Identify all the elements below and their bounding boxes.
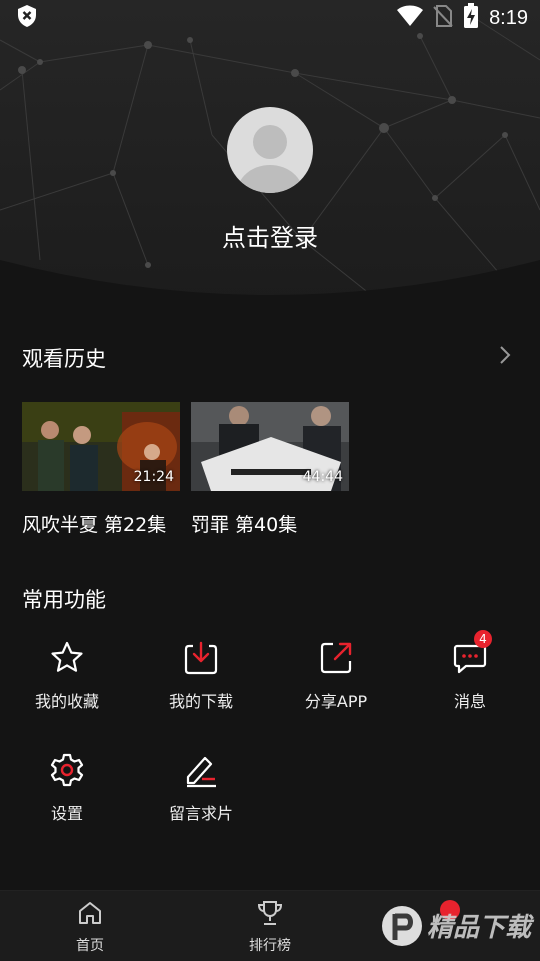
tab-ranking-label: 排行榜 xyxy=(249,938,291,954)
share-app-button[interactable]: 分享APP xyxy=(276,640,396,712)
watermark-logo: 精品下载 xyxy=(380,892,540,956)
login-prompt[interactable]: 点击登录 xyxy=(0,218,540,253)
no-sim-icon xyxy=(433,4,453,32)
tab-ranking[interactable]: 排行榜 xyxy=(210,899,330,955)
message-count-badge: 4 xyxy=(474,630,492,648)
request-movie-button[interactable]: 留言求片 xyxy=(141,752,261,824)
history-title: 观看历史 xyxy=(22,347,106,371)
favorites-label: 我的收藏 xyxy=(34,692,99,711)
history-thumbnail[interactable]: 44:44 xyxy=(191,402,349,491)
edit-icon xyxy=(183,752,219,788)
trophy-icon xyxy=(210,899,330,931)
home-icon xyxy=(30,899,150,931)
status-bar: 8:19 xyxy=(0,0,540,36)
downloads-label: 我的下载 xyxy=(168,692,233,711)
download-icon xyxy=(183,640,219,676)
status-time: 8:19 xyxy=(489,6,528,29)
share-app-label: 分享APP xyxy=(304,692,368,711)
messages-button[interactable]: 4 消息 xyxy=(410,630,530,712)
duration-label: 21:24 xyxy=(133,469,174,485)
history-item-title[interactable]: 罚罪 第40集 xyxy=(191,510,297,537)
star-icon xyxy=(49,640,85,676)
chevron-right-icon[interactable] xyxy=(498,344,512,370)
gear-icon xyxy=(49,752,85,788)
battery-charging-icon xyxy=(463,3,479,33)
share-icon xyxy=(318,640,354,676)
duration-label: 44:44 xyxy=(302,469,343,485)
tab-home[interactable]: 首页 xyxy=(30,899,150,955)
favorites-button[interactable]: 我的收藏 xyxy=(7,640,127,712)
features-title: 常用功能 xyxy=(22,588,106,612)
request-movie-label: 留言求片 xyxy=(168,804,233,823)
wifi-icon xyxy=(397,5,424,31)
settings-button[interactable]: 设置 xyxy=(7,752,127,824)
history-thumbnail[interactable]: 21:24 xyxy=(22,402,180,491)
message-icon: 4 xyxy=(452,630,492,676)
tab-home-label: 首页 xyxy=(76,938,104,954)
messages-label: 消息 xyxy=(453,692,486,711)
shield-x-icon xyxy=(16,4,38,32)
downloads-button[interactable]: 我的下载 xyxy=(141,640,261,712)
history-item-title[interactable]: 风吹半夏 第22集 xyxy=(22,510,166,537)
avatar[interactable] xyxy=(227,107,313,193)
settings-label: 设置 xyxy=(50,804,83,823)
default-avatar-icon xyxy=(237,125,303,193)
watermark-text: 精品下载 xyxy=(427,913,535,943)
